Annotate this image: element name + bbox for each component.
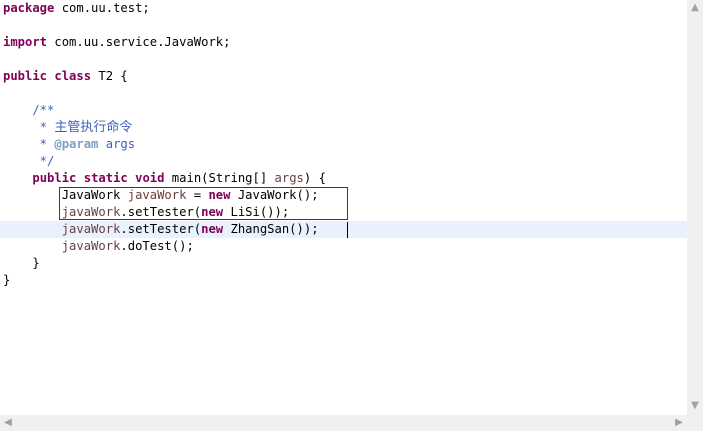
- vertical-scrollbar[interactable]: ▲ ▼: [687, 0, 703, 415]
- annotation-red-box: [59, 187, 348, 220]
- code-token: */: [3, 154, 55, 168]
- code-line[interactable]: public class T2 {: [3, 68, 128, 85]
- code-token: com.uu.service.JavaWork;: [47, 35, 231, 49]
- code-token: }: [3, 256, 40, 270]
- code-token: }: [3, 273, 11, 287]
- code-token: void: [135, 171, 165, 185]
- code-token: ) {: [303, 171, 326, 185]
- scroll-down-icon[interactable]: ▼: [687, 400, 703, 411]
- code-token: args: [98, 137, 136, 151]
- code-token: /**: [3, 103, 55, 117]
- code-token: javaWork: [61, 239, 121, 253]
- code-token: new: [201, 222, 224, 236]
- scroll-up-icon[interactable]: ▲: [687, 2, 703, 13]
- code-token: import: [3, 35, 48, 49]
- code-token: *: [3, 137, 55, 151]
- code-line[interactable]: package com.uu.test;: [3, 0, 150, 17]
- code-token: public: [3, 69, 48, 83]
- code-token: package: [3, 1, 55, 15]
- scroll-left-icon[interactable]: ◀: [0, 417, 16, 428]
- code-token: @param: [54, 137, 99, 151]
- text-caret: [347, 222, 348, 238]
- code-line[interactable]: javaWork.setTester(new ZhangSan());: [3, 221, 319, 238]
- code-line[interactable]: */: [3, 153, 55, 170]
- code-token: .setTester(: [120, 222, 202, 236]
- code-line[interactable]: /**: [3, 102, 54, 119]
- code-token: class: [54, 69, 92, 83]
- code-line[interactable]: javaWork.doTest();: [3, 238, 194, 255]
- code-token: 主管执行命令: [54, 120, 133, 135]
- code-token: ZhangSan());: [223, 222, 319, 236]
- code-line[interactable]: }: [3, 272, 10, 289]
- code-line[interactable]: }: [3, 255, 40, 272]
- code-token: T2 {: [91, 69, 128, 83]
- code-token: com.uu.test;: [54, 1, 150, 15]
- code-token: .doTest();: [120, 239, 194, 253]
- code-token: main(String[]: [164, 171, 275, 185]
- code-token: *: [3, 120, 55, 134]
- scrollbar-corner: [687, 415, 703, 431]
- code-line[interactable]: * 主管执行命令: [3, 119, 133, 136]
- scroll-right-icon[interactable]: ▶: [671, 417, 687, 428]
- code-editor[interactable]: package com.uu.test; import com.uu.servic…: [0, 0, 687, 415]
- code-token: args: [274, 171, 304, 185]
- code-token: static: [83, 171, 128, 185]
- code-token: public: [32, 171, 77, 185]
- horizontal-scrollbar[interactable]: ◀ ▶: [0, 415, 687, 431]
- code-line[interactable]: import com.uu.service.JavaWork;: [3, 34, 230, 51]
- code-line[interactable]: * @param args: [3, 136, 135, 153]
- code-token: javaWork: [61, 222, 121, 236]
- code-line[interactable]: public static void main(String[] args) {: [3, 170, 326, 187]
